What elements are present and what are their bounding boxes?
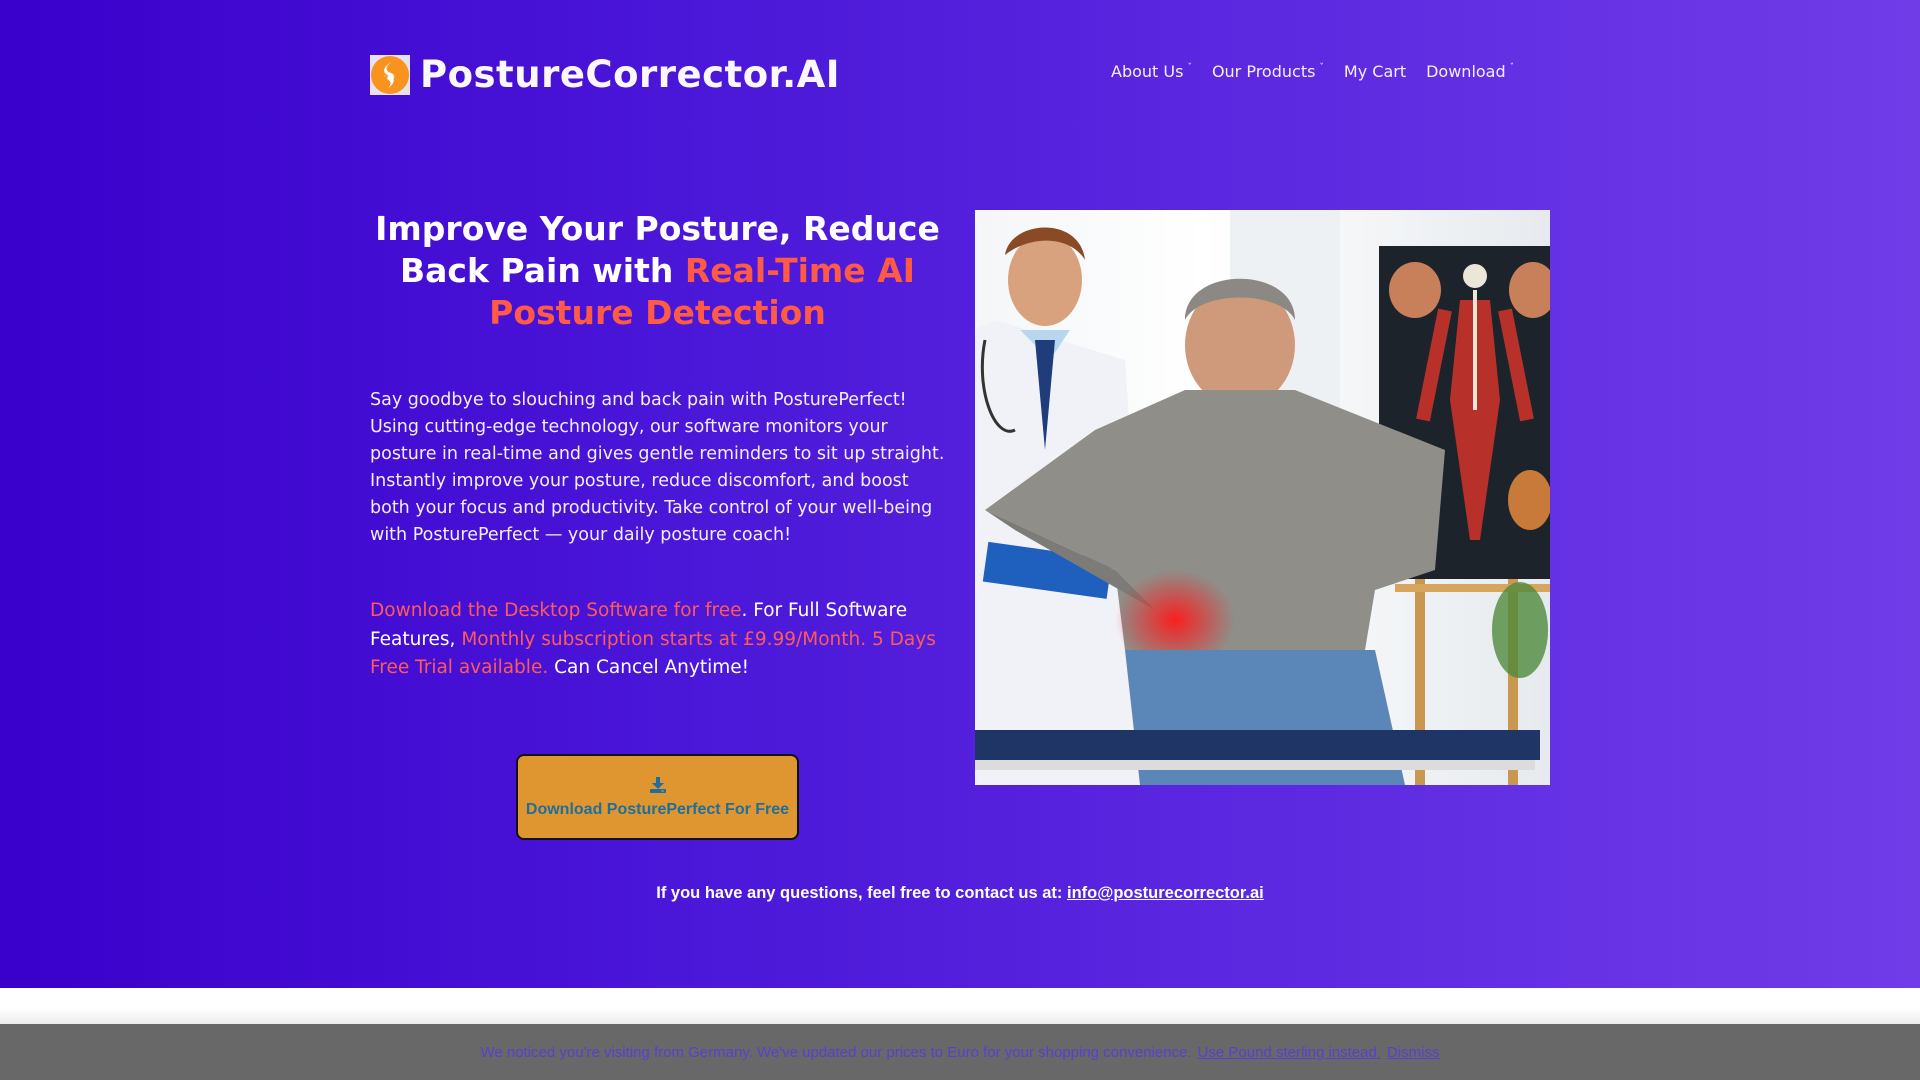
offer-free-download: Download the Desktop Software for free: [370, 600, 742, 621]
hero-section: PostureCorrector.AI About Us ˇ Our Produ…: [0, 0, 1920, 988]
dismiss-link[interactable]: Dismiss: [1387, 1044, 1440, 1061]
main-nav: About Us ˇ Our Products ˇ My Cart Downlo…: [1111, 62, 1514, 81]
chevron-down-icon: ˇ: [1509, 63, 1515, 73]
nav-about-us[interactable]: About Us ˇ: [1111, 62, 1192, 81]
chevron-down-icon: ˇ: [1187, 63, 1192, 73]
spine-flame-icon: [370, 54, 410, 95]
offer-cancel: Can Cancel Anytime!: [548, 657, 750, 678]
chevron-down-icon: ˇ: [1319, 63, 1324, 73]
nav-label: My Cart: [1343, 62, 1407, 81]
hero-intro: Say goodbye to slouching and back pain w…: [370, 390, 945, 545]
nav-my-cart[interactable]: My Cart: [1344, 62, 1406, 81]
contact-text: If you have any questions, feel free to …: [656, 884, 1068, 902]
nav-label: Our Products: [1211, 62, 1316, 81]
hero-headline: Improve Your Posture, Reduce Back Pain w…: [365, 208, 950, 334]
contact-line: If you have any questions, feel free to …: [0, 884, 1920, 903]
nav-label: About Us: [1111, 62, 1184, 81]
download-icon: [649, 776, 667, 799]
page-footer-band: [0, 988, 1920, 1024]
contact-email-link[interactable]: info@posturecorrector.ai: [1067, 884, 1264, 902]
use-pound-sterling-link[interactable]: Use Pound sterling instead.: [1198, 1044, 1381, 1061]
nav-label: Download: [1426, 62, 1506, 81]
pricing-offer: Download the Desktop Software for free. …: [370, 597, 950, 683]
brand-logo[interactable]: PostureCorrector.AI: [370, 53, 840, 96]
download-button-label: Download PosturePerfect For Free: [525, 800, 790, 818]
brand-name: PostureCorrector.AI: [420, 53, 841, 96]
hero-image: [975, 210, 1550, 785]
nav-download[interactable]: Download ˇ: [1426, 62, 1514, 81]
notice-text: We noticed you're visiting from Germany.…: [480, 1043, 1192, 1061]
download-free-button[interactable]: Download PosturePerfect For Free: [516, 754, 799, 840]
nav-our-products[interactable]: Our Products ˇ: [1212, 62, 1324, 81]
currency-notice-bar: We noticed you're visiting from Germany.…: [0, 1024, 1920, 1080]
